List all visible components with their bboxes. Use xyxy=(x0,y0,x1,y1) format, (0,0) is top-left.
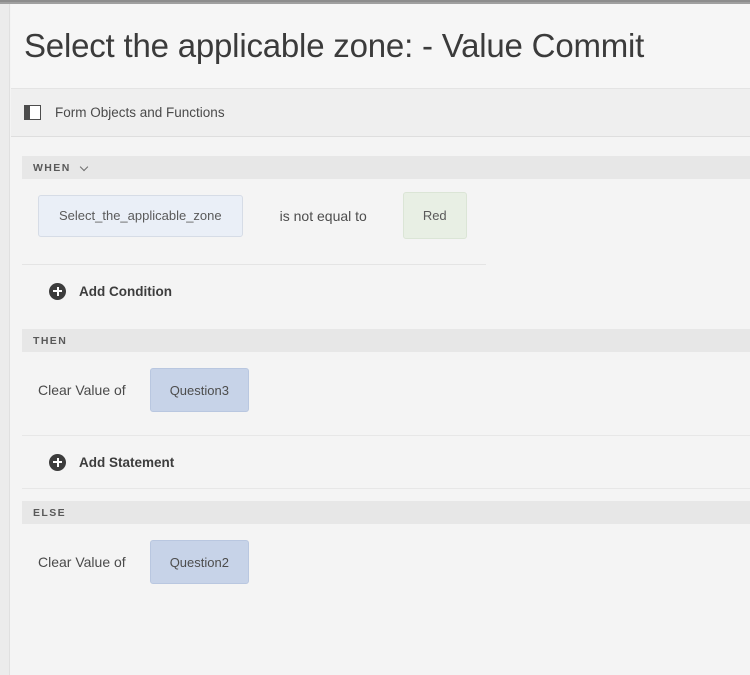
rule-editor-page: Select the applicable zone: - Value Comm… xyxy=(11,4,750,675)
form-objects-label: Form Objects and Functions xyxy=(55,105,225,120)
spacer-above-then xyxy=(11,317,750,329)
panel-layout-icon-bar-3 xyxy=(31,115,33,117)
else-statement-row: Clear Value of Question2 xyxy=(11,524,750,600)
rule-editor-window: Select the applicable zone: - Value Comm… xyxy=(0,0,750,675)
chevron-down-icon[interactable] xyxy=(81,163,90,172)
add-statement-section: Add Statement xyxy=(22,435,750,489)
add-condition-section: Add Condition xyxy=(22,264,486,317)
condition-object-chip[interactable]: Select_the_applicable_zone xyxy=(38,194,243,237)
section-label-when: WHEN xyxy=(33,161,71,174)
section-band-then[interactable]: THEN xyxy=(22,329,750,352)
panel-layout-icon-sidebar xyxy=(25,106,30,119)
else-action-label[interactable]: Clear Value of xyxy=(38,554,126,570)
panel-layout-icon xyxy=(24,105,41,120)
condition-value-chip[interactable]: Red xyxy=(402,192,467,239)
then-target-chip[interactable]: Question3 xyxy=(149,368,249,412)
else-target-chip[interactable]: Question2 xyxy=(149,540,249,584)
condition-row: Select_the_applicable_zone is not equal … xyxy=(11,179,750,252)
plus-circle-icon xyxy=(49,282,66,300)
add-condition-button[interactable]: Add Condition xyxy=(22,265,486,317)
left-gutter xyxy=(0,4,10,675)
spacer-above-else xyxy=(11,489,750,501)
section-label-else: ELSE xyxy=(33,506,67,519)
page-title: Select the applicable zone: - Value Comm… xyxy=(24,27,645,64)
section-label-then: THEN xyxy=(33,334,68,347)
form-objects-bar[interactable]: Form Objects and Functions xyxy=(11,89,750,137)
plus-circle-icon xyxy=(49,453,66,471)
add-statement-button[interactable]: Add Statement xyxy=(22,436,750,488)
then-statement-row: Clear Value of Question3 xyxy=(11,352,750,428)
panel-layout-icon-bar-2 xyxy=(31,112,33,114)
section-band-else[interactable]: ELSE xyxy=(22,501,750,524)
condition-operator-label[interactable]: is not equal to xyxy=(280,208,367,224)
add-condition-label: Add Condition xyxy=(79,283,172,299)
spacer-above-when xyxy=(11,137,750,156)
spacer-below-then-statement xyxy=(11,428,750,435)
panel-layout-icon-bar-1 xyxy=(31,109,33,111)
window-top-chrome-highlight xyxy=(0,0,750,2)
spacer-below-condition xyxy=(11,252,750,264)
section-band-when[interactable]: WHEN xyxy=(22,156,750,179)
then-action-label[interactable]: Clear Value of xyxy=(38,382,126,398)
title-bar: Select the applicable zone: - Value Comm… xyxy=(11,4,750,89)
add-statement-label: Add Statement xyxy=(79,454,175,470)
